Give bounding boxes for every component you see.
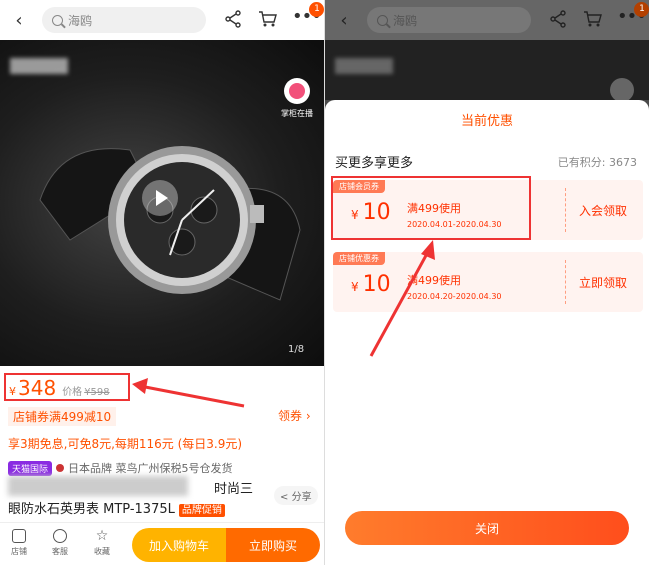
points-label: 已有积分: bbox=[557, 156, 606, 169]
tmall-badge: 天猫国际 bbox=[8, 460, 53, 476]
live-stream-button[interactable]: 掌柜在播 bbox=[277, 78, 317, 119]
play-icon[interactable] bbox=[142, 180, 178, 216]
nav-favorite[interactable]: ☆ 收藏 bbox=[87, 529, 117, 557]
cart-icon[interactable] bbox=[258, 10, 280, 30]
installment-info: 享3期免息,可免8元,每期116元 (每日3.9元) bbox=[8, 437, 243, 451]
currency-symbol: ¥ bbox=[9, 385, 16, 398]
nav-favorite-label: 收藏 bbox=[94, 547, 110, 556]
sheet-title: 当前优惠 bbox=[460, 114, 513, 129]
image-counter: 1/8 bbox=[288, 344, 305, 355]
current-price: 348 bbox=[18, 376, 57, 400]
service-icon bbox=[53, 529, 67, 543]
nav-store[interactable]: 店铺 bbox=[4, 529, 34, 557]
more-icon-dimmed[interactable]: ••• 1 bbox=[617, 2, 649, 30]
buy-now-button[interactable]: 立即购买 bbox=[226, 528, 320, 562]
search-icon-dimmed bbox=[377, 14, 388, 26]
flag-icon bbox=[56, 464, 65, 472]
store-icon bbox=[12, 529, 26, 543]
product-title-text: 眼防水石英男表 MTP-1375L bbox=[8, 502, 175, 517]
search-input[interactable]: 海鸥 bbox=[42, 7, 206, 33]
search-icon bbox=[52, 14, 63, 26]
share-icon[interactable] bbox=[224, 10, 246, 30]
search-text: 海鸥 bbox=[68, 13, 93, 28]
live-icon-dimmed bbox=[610, 78, 634, 102]
live-label: 掌柜在播 bbox=[281, 109, 313, 118]
top-bar-dimmed: ‹ 海鸥 ••• 1 bbox=[325, 0, 649, 40]
store-coupon-tag[interactable]: 店铺券满499减10 bbox=[8, 407, 117, 426]
nav-service-label: 客服 bbox=[52, 547, 68, 556]
back-icon[interactable]: ‹ bbox=[4, 10, 34, 31]
highlight-box bbox=[331, 176, 531, 240]
top-bar: ‹ 海鸥 ••• 1 bbox=[0, 0, 324, 40]
share-small-icon: < bbox=[280, 492, 289, 503]
share-icon-dimmed[interactable] bbox=[549, 10, 571, 30]
back-icon-dimmed[interactable]: ‹ bbox=[329, 10, 359, 31]
star-icon: ☆ bbox=[95, 528, 109, 544]
coupon-currency: ¥ bbox=[351, 280, 359, 294]
bottom-bar: 店铺 客服 ☆ 收藏 加入购物车 立即购买 bbox=[0, 522, 324, 565]
dimmed-blurred-label bbox=[335, 58, 393, 74]
promo-badge: 品牌促销 bbox=[178, 504, 225, 517]
notification-badge-dimmed: 1 bbox=[634, 2, 649, 17]
product-title-line2: 眼防水石英男表 MTP-1375L 品牌促销 bbox=[8, 498, 225, 517]
points-value: 3673 bbox=[609, 156, 637, 169]
original-price: ¥598 bbox=[84, 387, 110, 398]
annotation-arrow-left bbox=[132, 378, 245, 408]
origin-text: 日本品牌 菜鸟广州保税5号仓发货 bbox=[68, 462, 233, 475]
annotation-arrow-right bbox=[369, 240, 435, 357]
product-page: ‹ 海鸥 ••• 1 掌柜在播 1/8 ¥ 348 价格 ¥598 店铺券满49… bbox=[0, 0, 324, 565]
product-title-line1: 时尚三 bbox=[214, 482, 254, 497]
search-input-dimmed[interactable]: 海鸥 bbox=[367, 7, 531, 33]
nav-service[interactable]: 客服 bbox=[45, 529, 75, 557]
more-icon[interactable]: ••• 1 bbox=[292, 2, 324, 30]
cart-icon-dimmed[interactable] bbox=[583, 10, 605, 30]
points-info: 已有积分: 3673 bbox=[558, 154, 637, 170]
coupon-overlay-page: ‹ 海鸥 ••• 1 当前优惠 买更多享更多 已有积分: 3673 店铺会员券 … bbox=[325, 0, 649, 565]
coupon-separator bbox=[565, 188, 566, 232]
share-button[interactable]: < 分享 bbox=[274, 486, 318, 505]
join-claim-button[interactable]: 入会领取 bbox=[579, 202, 627, 219]
live-icon bbox=[284, 78, 310, 104]
add-to-cart-button[interactable]: 加入购物车 bbox=[132, 528, 226, 562]
coupon-separator bbox=[565, 260, 566, 304]
notification-badge: 1 bbox=[309, 2, 324, 17]
get-coupon-link[interactable]: 领券 › bbox=[278, 407, 311, 424]
blurred-title bbox=[8, 476, 188, 496]
share-label: 分享 bbox=[291, 492, 312, 503]
sheet-subtitle: 买更多享更多 bbox=[335, 156, 414, 171]
search-text-dimmed: 海鸥 bbox=[393, 13, 418, 28]
blurred-label bbox=[10, 58, 68, 74]
claim-now-button[interactable]: 立即领取 bbox=[579, 274, 627, 291]
close-button[interactable]: 关闭 bbox=[345, 511, 629, 545]
original-price-label: 价格 bbox=[62, 387, 83, 398]
price-row: ¥ 348 价格 ¥598 bbox=[4, 373, 130, 401]
nav-store-label: 店铺 bbox=[11, 547, 27, 556]
origin-row: 天猫国际 日本品牌 菜鸟广州保税5号仓发货 bbox=[8, 460, 233, 476]
